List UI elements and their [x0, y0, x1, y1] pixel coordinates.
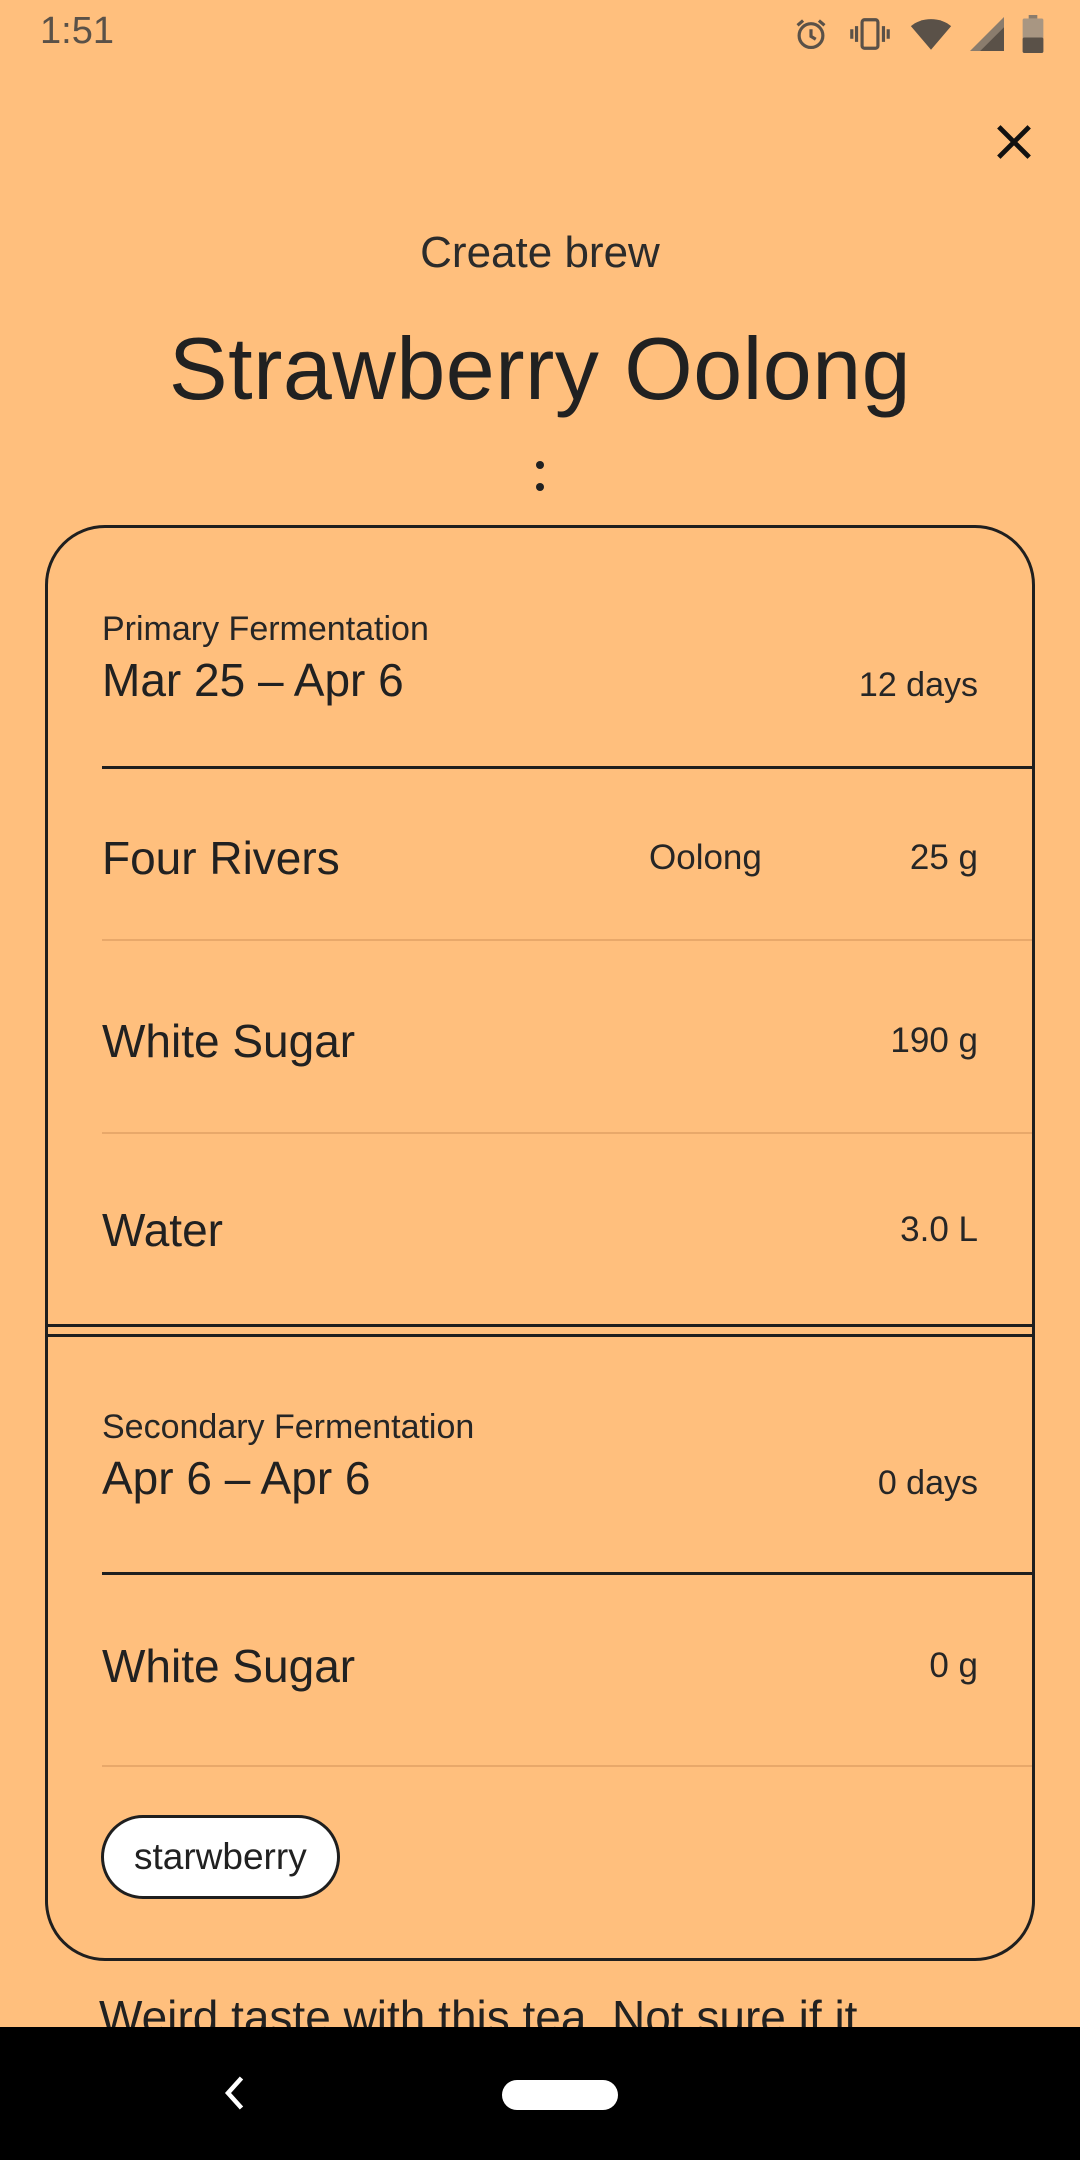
ingredient-type: Oolong	[649, 838, 762, 877]
status-bar: 1:51	[0, 0, 1080, 66]
close-icon	[997, 125, 1031, 159]
section-divider	[48, 1324, 1032, 1327]
ingredient-name: Four Rivers	[102, 832, 340, 884]
ingredient-name: White Sugar	[102, 1015, 356, 1067]
status-icons	[792, 12, 1044, 56]
primary-fermentation-dates: Mar 25 – Apr 6	[102, 654, 404, 706]
primary-fermentation-header[interactable]: Primary Fermentation Mar 25 – Apr 6 12 d…	[102, 610, 978, 707]
brew-detail-screen: 1:51 Create brew Strawberry Oolong Prima…	[0, 0, 1080, 2160]
secondary-fermentation-header[interactable]: Secondary Fermentation Apr 6 – Apr 6 0 d…	[102, 1408, 978, 1505]
section-divider	[48, 1334, 1032, 1337]
more-options-button[interactable]	[520, 452, 560, 500]
divider	[102, 1132, 1032, 1134]
divider	[102, 1765, 1032, 1767]
vibrate-icon	[848, 15, 892, 53]
close-button[interactable]	[986, 114, 1042, 170]
back-chevron-icon	[224, 2076, 244, 2110]
brew-title: Strawberry Oolong	[168, 319, 912, 418]
signal-icon	[970, 17, 1004, 51]
ingredient-row[interactable]: Four Rivers Oolong 25 g	[102, 828, 978, 888]
more-vertical-icon-dot	[536, 461, 544, 469]
ingredient-amount: 3.0 L	[900, 1210, 978, 1249]
tag-chip[interactable]: starwberry	[101, 1815, 340, 1899]
ingredient-name: White Sugar	[102, 1640, 356, 1692]
ingredient-row[interactable]: Water 3.0 L	[102, 1200, 978, 1260]
secondary-fermentation-days: 0 days	[877, 1464, 978, 1502]
navigation-bar	[0, 2027, 1080, 2160]
ingredient-amount: 25 g	[909, 838, 978, 877]
ingredient-amount: 190 g	[890, 1021, 978, 1060]
status-time: 1:51	[40, 10, 114, 52]
ingredient-amount: 0 g	[929, 1646, 978, 1685]
wifi-icon	[910, 16, 952, 52]
primary-fermentation-days: 12 days	[858, 666, 978, 704]
alarm-icon	[792, 15, 830, 53]
back-button[interactable]	[214, 2067, 254, 2119]
home-button[interactable]	[502, 2080, 618, 2110]
primary-fermentation-label: Primary Fermentation	[102, 610, 429, 648]
ingredient-row[interactable]: White Sugar 190 g	[102, 1011, 978, 1071]
battery-icon	[1022, 15, 1044, 53]
brew-card: Primary Fermentation Mar 25 – Apr 6 12 d…	[45, 525, 1035, 1961]
ingredient-name: Water	[102, 1204, 223, 1256]
divider	[102, 766, 1032, 769]
more-vertical-icon-dot	[536, 483, 544, 491]
secondary-fermentation-dates: Apr 6 – Apr 6	[102, 1452, 371, 1504]
divider	[102, 939, 1032, 941]
secondary-fermentation-label: Secondary Fermentation	[102, 1408, 475, 1446]
ingredient-row[interactable]: White Sugar 0 g	[102, 1636, 978, 1696]
divider	[102, 1572, 1032, 1575]
create-brew-label: Create brew	[420, 228, 660, 277]
